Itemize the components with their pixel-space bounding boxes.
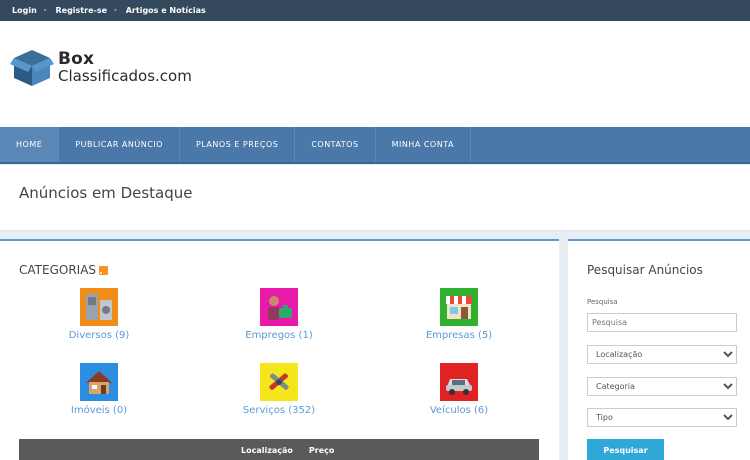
separator: •	[113, 6, 118, 15]
nav-publish-ad[interactable]: PUBLICAR ANÚNCIO	[59, 127, 180, 162]
type-select[interactable]: Tipo	[587, 408, 737, 427]
listings-table-header: Localização Preço	[19, 439, 539, 460]
category-label: Empregos (1)	[245, 330, 313, 341]
worker-icon	[260, 288, 298, 326]
box-logo-icon	[10, 50, 54, 86]
column-location[interactable]: Localização	[241, 446, 293, 455]
categories-panel: CATEGORIAS Diversos (9) Empregos (1) Emp…	[0, 239, 559, 460]
top-bar: Login • Registre-se • Artigos e Notícias	[0, 0, 750, 21]
page-title: Anúncios em Destaque	[19, 184, 193, 202]
login-link[interactable]: Login	[12, 6, 37, 15]
category-servicos[interactable]: Serviços (352)	[204, 363, 354, 416]
tools-icon	[260, 363, 298, 401]
category-label: Empresas (5)	[425, 330, 493, 341]
appliances-icon	[80, 288, 118, 326]
category-empresas[interactable]: Empresas (5)	[384, 288, 534, 341]
category-diversos[interactable]: Diversos (9)	[24, 288, 174, 341]
categories-heading-text: CATEGORIAS	[19, 263, 97, 277]
separator: •	[42, 6, 48, 15]
category-label: Imóveis (0)	[70, 405, 128, 416]
category-label: Diversos (9)	[68, 330, 130, 341]
category-label: Veículos (6)	[429, 405, 489, 416]
category-imoveis[interactable]: Imóveis (0)	[24, 363, 174, 416]
site-header: Box Classificados.com	[0, 21, 750, 127]
nav-plans-prices[interactable]: PLANOS E PREÇOS	[180, 127, 296, 162]
category-empregos[interactable]: Empregos (1)	[204, 288, 354, 341]
category-veiculos[interactable]: Veículos (6)	[384, 363, 534, 416]
rss-icon[interactable]	[99, 265, 109, 275]
page-title-box: Anúncios em Destaque	[0, 165, 750, 231]
main-nav: HOME PUBLICAR ANÚNCIO PLANOS E PREÇOS CO…	[0, 127, 750, 164]
category-label: Serviços (352)	[242, 405, 316, 416]
search-sidebar: Pesquisar Anúncios Pesquisa Localização …	[568, 239, 750, 460]
site-logo[interactable]: Box Classificados.com	[10, 48, 192, 88]
categories-heading: CATEGORIAS	[19, 263, 109, 277]
house-icon	[80, 363, 118, 401]
nav-contacts[interactable]: CONTATOS	[295, 127, 376, 162]
search-input[interactable]	[587, 313, 737, 332]
search-heading: Pesquisar Anúncios	[587, 263, 703, 277]
category-select[interactable]: Categoria	[587, 377, 737, 396]
nav-home[interactable]: HOME	[0, 127, 60, 162]
register-link[interactable]: Registre-se	[55, 6, 107, 15]
search-label: Pesquisa	[587, 298, 618, 306]
location-select[interactable]: Localização	[587, 345, 737, 364]
search-button[interactable]: Pesquisar	[587, 439, 664, 460]
logo-subtitle: Classificados.com	[58, 67, 192, 85]
car-icon	[440, 363, 478, 401]
storefront-icon	[440, 288, 478, 326]
nav-my-account[interactable]: MINHA CONTA	[376, 127, 471, 162]
logo-title: Box	[58, 49, 95, 69]
articles-link[interactable]: Artigos e Notícias	[126, 6, 206, 15]
column-price[interactable]: Preço	[309, 446, 334, 455]
